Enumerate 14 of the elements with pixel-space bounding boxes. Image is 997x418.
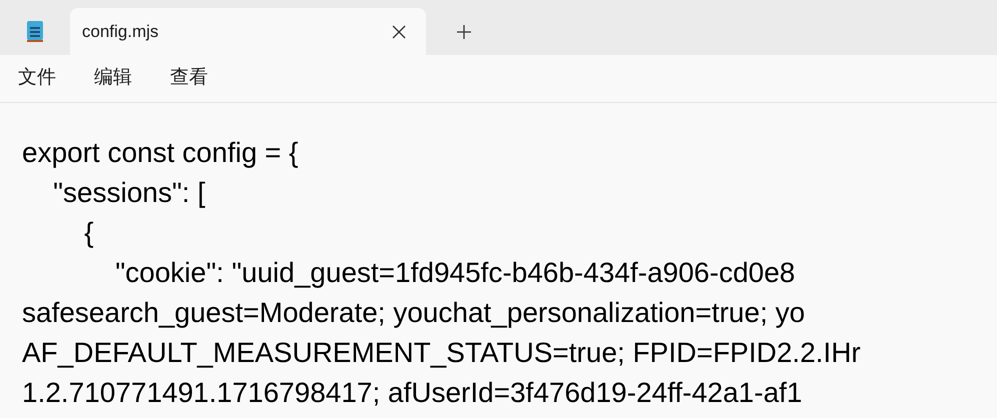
code-line: "sessions": [	[52, 176, 206, 210]
code-line: export const config = {	[22, 136, 298, 170]
file-tab[interactable]: config.mjs	[70, 8, 426, 55]
menu-item[interactable]: 查看	[170, 64, 208, 93]
code-line: safesearch_guest=Moderate; youchat_personalization=true; yo	[22, 296, 805, 330]
code-line: 1.2.710771491.1716798417; afUserId=3f476d19-24ff-42a1-af1	[22, 376, 802, 410]
code-line: {	[83, 216, 94, 250]
add-icon[interactable]	[456, 24, 472, 40]
menu-item[interactable]: 编辑	[94, 64, 132, 93]
code-line: "cookie": "uuid_guest=1fd945fc-b46b-434f-a906-cd0e8	[114, 256, 796, 290]
notepad-icon	[26, 18, 44, 42]
close-icon[interactable]	[392, 24, 406, 38]
code-line: AF_DEFAULT_MEASUREMENT_STATUS=true; FPID=FPID2.2.IHr	[22, 336, 861, 370]
menu-item[interactable]: 文件	[18, 64, 56, 93]
